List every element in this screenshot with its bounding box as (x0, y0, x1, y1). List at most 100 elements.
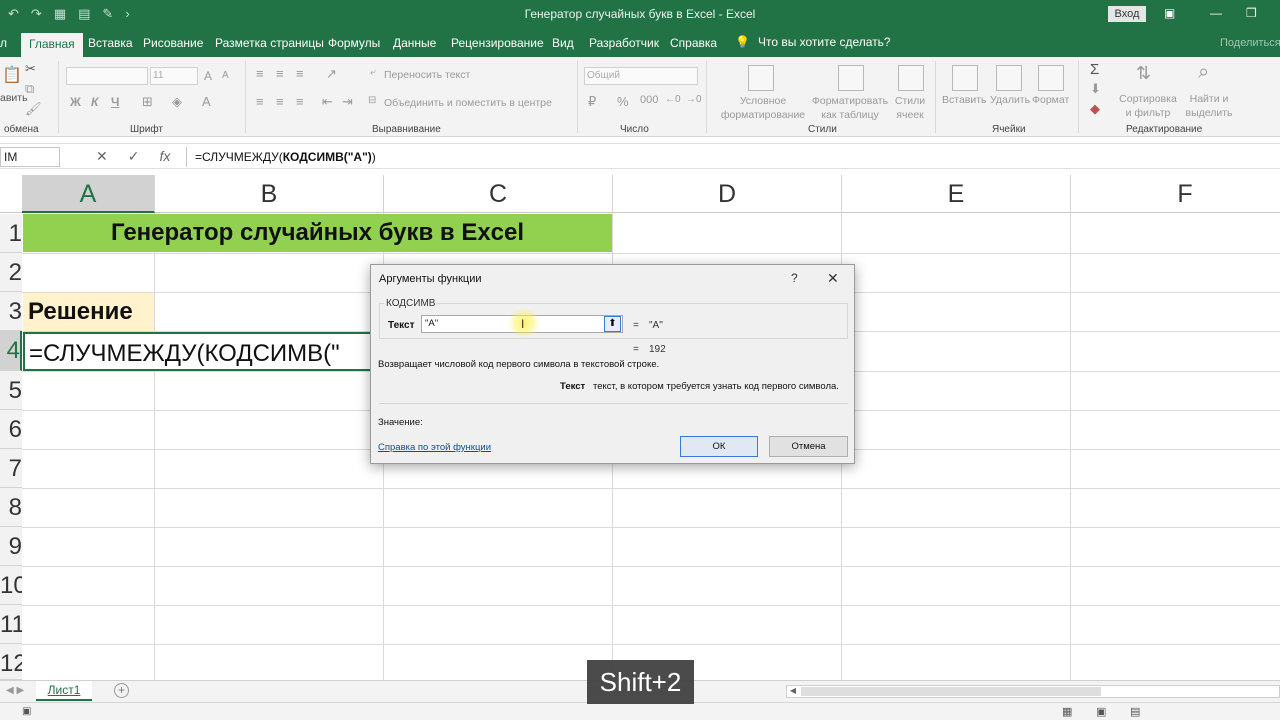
orientation-icon[interactable]: ↗ (326, 66, 337, 82)
column-header-b[interactable]: B (155, 175, 384, 213)
column-header-a[interactable]: A (22, 175, 155, 213)
shrink-font-icon[interactable]: A (222, 70, 229, 81)
autosum-icon[interactable]: Σ (1090, 61, 1099, 78)
format-cells-button[interactable]: Формат (1032, 94, 1069, 106)
merge-icon[interactable]: ⊟ (368, 95, 376, 106)
row-header-8[interactable]: 8 (0, 488, 22, 527)
function-help-link[interactable]: Справка по этой функции (378, 442, 491, 453)
ribbon-display-icon[interactable]: ▣ (1164, 6, 1175, 20)
paste-icon[interactable]: 📋 (2, 65, 22, 85)
align-right-icon[interactable]: ≡ (296, 94, 304, 109)
row-header-11[interactable]: 11 (0, 605, 22, 644)
number-format-box[interactable]: Общий (584, 67, 698, 85)
fill-icon[interactable]: ⬇ (1090, 81, 1101, 97)
tab-review[interactable]: Рецензирование (451, 36, 544, 50)
row-header-6[interactable]: 6 (0, 410, 22, 449)
currency-icon[interactable]: ₽ (588, 94, 596, 110)
normal-view-icon[interactable]: ▦ (1062, 705, 1072, 718)
font-size-box[interactable]: 11 (150, 67, 198, 85)
align-bottom-icon[interactable]: ≡ (296, 66, 304, 81)
row-header-10[interactable]: 10 (0, 566, 22, 605)
cell-styles-icon[interactable] (898, 65, 924, 91)
merge-center-button[interactable]: Объединить и поместить в центре (384, 97, 552, 109)
sort-filter-icon[interactable]: ⇅ (1136, 63, 1151, 84)
align-middle-icon[interactable]: ≡ (276, 66, 284, 81)
row-header-7[interactable]: 7 (0, 449, 22, 488)
tab-developer[interactable]: Разработчик (589, 36, 659, 50)
close-icon[interactable]: ✕ (827, 270, 839, 287)
restore-icon[interactable]: ❐ (1246, 6, 1257, 20)
font-name-box[interactable] (66, 67, 148, 85)
grow-font-icon[interactable]: A (204, 69, 212, 83)
wrap-text-icon[interactable]: ⤶ (370, 67, 376, 78)
collapse-dialog-icon[interactable]: ⬆ (604, 316, 621, 332)
increase-decimal-icon[interactable]: ←0 (665, 94, 681, 105)
formula-input[interactable]: =СЛУЧМЕЖДУ(КОДСИМВ("A")) (186, 147, 1280, 167)
wrap-text-button[interactable]: Переносить текст (384, 69, 470, 81)
insert-function-icon[interactable]: fx (159, 148, 170, 165)
percent-icon[interactable]: % (617, 94, 629, 109)
cell-styles-button[interactable]: Стили ячеек (890, 94, 930, 122)
fill-color-icon[interactable]: ◈ (172, 94, 182, 110)
format-painter-icon[interactable]: 🖌 (25, 101, 42, 117)
tab-formulas[interactable]: Формулы (328, 36, 380, 50)
name-box[interactable]: IM (0, 147, 60, 167)
tab-file[interactable]: л (0, 36, 7, 50)
format-cells-icon[interactable] (1038, 65, 1064, 91)
cell-a1-title[interactable]: Генератор случайных букв в Excel (23, 214, 612, 252)
conditional-formatting-icon[interactable] (748, 65, 774, 91)
cell-a4-editing[interactable]: =СЛУЧМЕЖДУ(КОДСИМВ(" (23, 332, 372, 371)
page-break-view-icon[interactable]: ▤ (1130, 705, 1140, 718)
page-layout-view-icon[interactable]: ▣ (1096, 705, 1106, 718)
insert-cells-button[interactable]: Вставить (942, 94, 987, 106)
column-header-e[interactable]: E (842, 175, 1071, 213)
delete-cells-button[interactable]: Удалить (990, 94, 1030, 106)
underline-button[interactable]: Ч (111, 95, 119, 109)
row-header-4[interactable]: 4 (0, 331, 22, 371)
decrease-indent-icon[interactable]: ⇤ (322, 94, 333, 110)
row-header-9[interactable]: 9 (0, 527, 22, 566)
sheet-nav-icon[interactable]: ◀ ▶ (6, 685, 24, 696)
row-header-12[interactable]: 12 (0, 644, 22, 680)
decrease-decimal-icon[interactable]: →0 (686, 94, 702, 105)
help-button[interactable]: ? (791, 271, 798, 285)
find-select-icon[interactable]: ⌕ (1198, 61, 1209, 84)
column-header-d[interactable]: D (613, 175, 842, 213)
tab-page-layout[interactable]: Разметка страницы (215, 36, 324, 50)
comma-style-icon[interactable]: 000 (640, 94, 658, 106)
column-header-f[interactable]: F (1071, 175, 1280, 213)
tab-help[interactable]: Справка (670, 36, 717, 50)
sheet-tab[interactable]: Лист1 (36, 681, 92, 701)
delete-cells-icon[interactable] (996, 65, 1022, 91)
tab-home[interactable]: Главная (21, 33, 83, 57)
cell-a3-solution[interactable]: Решение (23, 293, 154, 331)
scroll-left-icon[interactable]: ◀ (787, 686, 799, 697)
copy-icon[interactable]: ⧉ (25, 81, 34, 97)
scrollbar-thumb[interactable] (801, 687, 1101, 696)
sort-filter-button[interactable]: Сортировка и фильтр (1116, 92, 1180, 120)
cancel-icon[interactable]: ✕ (96, 148, 108, 165)
enter-icon[interactable]: ✓ (128, 148, 140, 165)
share-button[interactable]: Поделиться (1220, 37, 1280, 49)
borders-icon[interactable]: ⊞ (142, 94, 153, 110)
cut-icon[interactable]: ✂ (25, 61, 36, 77)
minimize-icon[interactable]: — (1210, 6, 1222, 20)
tab-draw[interactable]: Рисование (143, 36, 203, 50)
conditional-formatting-button[interactable]: Условное форматирование (716, 94, 810, 122)
find-select-button[interactable]: Найти и выделить (1184, 92, 1234, 120)
format-as-table-button[interactable]: Форматировать как таблицу (808, 94, 892, 122)
insert-cells-icon[interactable] (952, 65, 978, 91)
align-top-icon[interactable]: ≡ (256, 66, 264, 81)
align-center-icon[interactable]: ≡ (276, 94, 284, 109)
tab-data[interactable]: Данные (393, 36, 436, 50)
login-button[interactable]: Вход (1108, 6, 1146, 22)
italic-button[interactable]: К (91, 95, 98, 109)
column-header-c[interactable]: C (384, 175, 613, 213)
clear-icon[interactable]: ◆ (1090, 101, 1100, 117)
increase-indent-icon[interactable]: ⇥ (342, 94, 353, 110)
format-as-table-icon[interactable] (838, 65, 864, 91)
tab-insert[interactable]: Вставка (88, 36, 133, 50)
tab-view[interactable]: Вид (552, 36, 574, 50)
tell-me-box[interactable]: 💡 Что вы хотите сделать? (735, 35, 891, 49)
ok-button[interactable]: ОК (680, 436, 758, 457)
